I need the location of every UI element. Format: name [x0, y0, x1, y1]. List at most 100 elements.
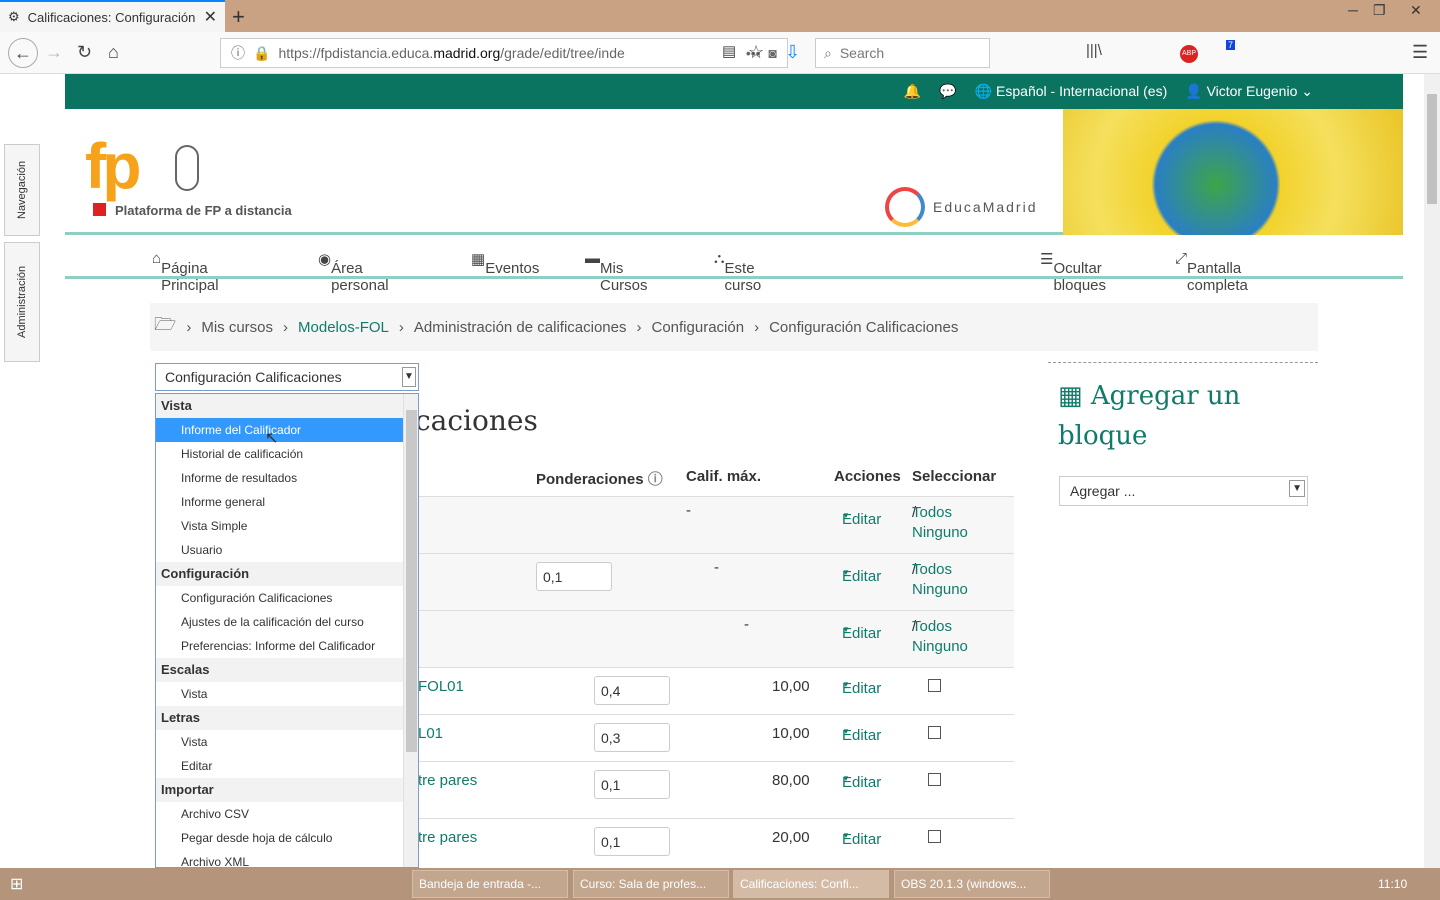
weight-input[interactable]: 0,1 — [536, 562, 612, 591]
nav-label: Mis Cursos — [600, 260, 648, 294]
caret-down-icon: ▼ — [842, 727, 850, 736]
breadcrumb-item[interactable]: Configuración — [652, 319, 745, 336]
navigation-drawer-tab[interactable]: Navegación — [4, 144, 40, 236]
dropdown-group-header: Configuración — [156, 562, 404, 586]
dropdown-option[interactable]: Preferencias: Informe del Calificador — [156, 634, 404, 658]
fullscreen-button[interactable]: ⤢ Pantalla completa — [1175, 250, 1248, 294]
item-name-link[interactable]: tre pares — [418, 772, 477, 789]
reload-icon[interactable]: ↻ — [77, 42, 92, 63]
madrid-flag-icon — [93, 203, 106, 216]
select-none-link[interactable]: Ninguno — [912, 523, 968, 543]
messages-icon[interactable]: 💬 — [939, 83, 956, 100]
nav-this-course[interactable]: ⛬ Este curso — [714, 250, 761, 294]
item-name-link[interactable]: FOL01 — [418, 678, 464, 695]
user-menu[interactable]: 👤 Victor Eugenio ⌄ — [1185, 83, 1313, 100]
dropdown-option[interactable]: Pegar desde hoja de cálculo — [156, 826, 404, 850]
browser-tab-active[interactable]: ⚙ Calificaciones: Configuración ✕ — [0, 0, 225, 32]
select-checkbox[interactable] — [928, 726, 941, 739]
url-suffix: /grade/edit/tree/inde — [500, 45, 625, 61]
taskbar-firefox-course[interactable]: Curso: Sala de profes... — [573, 870, 729, 898]
report-selector[interactable]: Configuración Calificaciones ▼ — [155, 363, 419, 391]
dropdown-option[interactable]: Usuario — [156, 538, 404, 562]
max-grade: - — [744, 616, 749, 633]
administration-drawer-tab[interactable]: Administración — [4, 242, 40, 362]
windows-start-icon[interactable]: ⊞ — [10, 874, 23, 894]
weight-input[interactable]: 0,1 — [594, 827, 670, 856]
hide-blocks-button[interactable]: ☰ Ocultar bloques — [1040, 250, 1106, 294]
main-nav: ⌂ Página Principal ◉ Área personal ▦ Eve… — [65, 240, 1403, 294]
dropdown-scrollbar[interactable] — [403, 394, 418, 867]
add-block-select[interactable]: Agregar ... ▼ — [1059, 476, 1308, 506]
nav-home[interactable]: ⌂ Página Principal — [152, 250, 219, 294]
restore-icon[interactable]: ❐ — [1373, 2, 1386, 19]
weight-input[interactable]: 0,3 — [594, 723, 670, 752]
select-none-link[interactable]: Ninguno — [912, 637, 968, 657]
nav-dashboard[interactable]: ◉ Área personal — [318, 250, 389, 294]
nav-events[interactable]: ▦ Eventos — [471, 250, 539, 277]
taskbar-outlook[interactable]: Bandeja de entrada -... — [412, 870, 568, 898]
select-checkbox[interactable] — [928, 830, 941, 843]
select-all-link[interactable]: Todos — [912, 617, 952, 637]
weight-input[interactable]: 0,1 — [594, 770, 670, 799]
dropdown-option[interactable]: Historial de calificación — [156, 442, 404, 466]
close-window-icon[interactable]: ✕ — [1410, 2, 1422, 19]
select-all-link[interactable]: Todos — [912, 560, 952, 580]
select-all-link[interactable]: Todos — [912, 503, 952, 523]
page-scrollbar[interactable] — [1424, 74, 1440, 868]
item-row: L01 0,3 10,00 Editar ▼ — [418, 714, 1014, 761]
lock-icon: 🔒 — [253, 44, 271, 61]
dropdown-group-header: Escalas — [156, 658, 404, 682]
close-tab-icon[interactable]: ✕ — [204, 7, 217, 27]
help-icon[interactable]: ⓘ — [648, 471, 663, 488]
dropdown-option[interactable]: Editar — [156, 754, 404, 778]
pocket-icon[interactable]: ◙ — [769, 45, 777, 61]
dropdown-group-header: Letras — [156, 706, 404, 730]
dropdown-option[interactable]: Vista Simple — [156, 514, 404, 538]
breadcrumb-item[interactable]: Modelos-FOL — [298, 319, 389, 336]
dropdown-option[interactable]: Informe del Calificador — [156, 418, 404, 442]
nav-my-courses[interactable]: ▬ Mis Cursos — [585, 250, 648, 294]
bookmark-star-icon[interactable]: ☆ — [748, 42, 764, 63]
dropdown-option[interactable]: Informe de resultados — [156, 466, 404, 490]
taskbar-obs[interactable]: OBS 20.1.3 (windows... — [894, 870, 1050, 898]
item-name-link[interactable]: tre pares — [418, 829, 477, 846]
new-tab-icon[interactable]: + — [232, 4, 245, 30]
fp-logo[interactable]: fp — [85, 129, 141, 203]
forward-icon[interactable]: → — [45, 42, 63, 63]
bell-icon[interactable]: 🔔 — [904, 83, 921, 100]
dropdown-option[interactable]: Archivo CSV — [156, 802, 404, 826]
caret-down-icon: ▼ — [842, 625, 850, 634]
adblock-icon[interactable]: ABP — [1180, 45, 1198, 63]
download-icon[interactable]: ⇩ — [785, 42, 800, 63]
minimize-icon[interactable]: ─ — [1348, 2, 1358, 18]
report-selector-dropdown[interactable]: Vista Informe del Calificador Historial de… — [155, 393, 419, 868]
educamadrid-logo: EducaMadrid — [933, 199, 1038, 215]
select-all-none: Todos / Ninguno — [912, 618, 968, 655]
nav-label: Este curso — [724, 260, 762, 294]
url-prefix: https://fpdistancia.educa. — [278, 45, 434, 61]
search-input[interactable]: ⌕ Search — [815, 38, 990, 68]
menu-icon[interactable]: ☰ — [1412, 42, 1428, 63]
breadcrumb-item[interactable]: Mis cursos — [201, 319, 273, 336]
select-none-link[interactable]: Ninguno — [912, 580, 968, 600]
dropdown-option[interactable]: Vista — [156, 682, 404, 706]
info-icon[interactable]: ⓘ — [231, 43, 245, 63]
taskbar-firefox-grades[interactable]: Calificaciones: Confi... — [733, 870, 889, 898]
url-bar[interactable]: ⓘ 🔒 https://fpdistancia.educa.madrid.org… — [220, 38, 788, 68]
select-checkbox[interactable] — [928, 773, 941, 786]
dropdown-option[interactable]: Ajustes de la calificación del curso — [156, 610, 404, 634]
dropdown-option[interactable]: Configuración Calificaciones — [156, 586, 404, 610]
dropdown-option[interactable]: Archivo XML — [156, 850, 404, 867]
select-checkbox[interactable] — [928, 679, 941, 692]
back-icon[interactable]: ← — [8, 38, 38, 68]
clock[interactable]: 11:10 — [1378, 877, 1407, 891]
reader-icon[interactable]: ▤ — [722, 42, 736, 60]
breadcrumb-item[interactable]: Administración de calificaciones — [414, 319, 627, 336]
library-icon[interactable]: |||\ — [1086, 42, 1102, 59]
home-icon[interactable]: ⌂ — [108, 42, 119, 63]
weight-input[interactable]: 0,4 — [594, 676, 670, 705]
dropdown-option[interactable]: Vista — [156, 730, 404, 754]
item-name-link[interactable]: L01 — [418, 725, 443, 742]
dropdown-option[interactable]: Informe general — [156, 490, 404, 514]
language-menu[interactable]: 🌐 Español - Internacional (es) — [975, 83, 1168, 100]
